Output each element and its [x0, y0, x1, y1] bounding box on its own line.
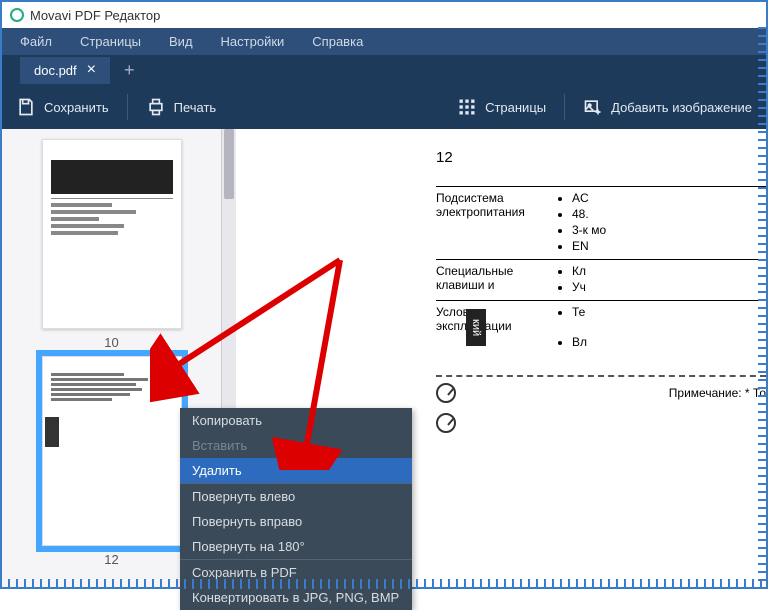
menubar: Файл Страницы Вид Настройки Справка — [2, 28, 766, 55]
toolbar: Сохранить Печать Страницы Добавить изобр… — [2, 85, 766, 129]
tab-doc[interactable]: doc.pdf × — [20, 57, 110, 84]
thumbnail-label-12: 12 — [104, 552, 118, 567]
spec-key: Условия эксплуатации — [436, 305, 556, 351]
menu-pages[interactable]: Страницы — [80, 34, 141, 49]
ctx-rotate-left[interactable]: Повернуть влево — [180, 484, 412, 509]
print-icon — [146, 97, 166, 117]
menu-file[interactable]: Файл — [20, 34, 52, 49]
spec-value: Кл — [572, 264, 766, 278]
annotation-arrow — [150, 250, 380, 470]
add-image-label: Добавить изображение — [611, 100, 752, 115]
dial-icon — [436, 413, 456, 433]
pages-button[interactable]: Страницы — [457, 97, 546, 117]
save-label: Сохранить — [44, 100, 109, 115]
note-row-2 — [436, 407, 766, 433]
app-title: Movavi PDF Редактор — [30, 8, 160, 23]
thumbnail-label-10: 10 — [104, 335, 118, 350]
separator — [564, 94, 565, 120]
spec-value: Уч — [572, 280, 766, 294]
spec-value: EN — [572, 239, 766, 253]
menu-settings[interactable]: Настройки — [221, 34, 285, 49]
tab-label: doc.pdf — [34, 63, 77, 78]
table-row: Подсистема электропитания AC 48. 3-к мо … — [436, 186, 766, 259]
ctx-rotate-right[interactable]: Повернуть вправо — [180, 509, 412, 534]
ctx-save-pdf[interactable]: Сохранить в PDF — [180, 560, 412, 585]
menu-view[interactable]: Вид — [169, 34, 193, 49]
tabbar: doc.pdf × + — [2, 55, 766, 85]
separator — [127, 94, 128, 120]
page-number: 12 — [436, 149, 766, 166]
add-image-icon — [583, 97, 603, 117]
spec-value: 48. — [572, 207, 766, 221]
page-side-badge: кий — [466, 309, 486, 346]
spec-value: AC — [572, 191, 766, 205]
note-label: Примечание: * То — [669, 386, 766, 400]
ctx-rotate-180[interactable]: Повернуть на 180° — [180, 534, 412, 559]
spec-value: 3-к мо — [572, 223, 766, 237]
scrollbar-grip[interactable] — [224, 129, 234, 199]
tab-close-icon[interactable]: × — [87, 64, 96, 76]
add-image-button[interactable]: Добавить изображение — [583, 97, 752, 117]
spec-value: Вл — [572, 335, 766, 349]
pages-label: Страницы — [485, 100, 546, 115]
save-icon — [16, 97, 36, 117]
spec-value: Те — [572, 305, 766, 319]
new-tab-button[interactable]: + — [110, 60, 149, 81]
spec-value — [572, 321, 766, 333]
print-label: Печать — [174, 100, 217, 115]
spec-key: Специальные клавиши и — [436, 264, 556, 296]
menu-help[interactable]: Справка — [312, 34, 363, 49]
save-button[interactable]: Сохранить — [16, 97, 109, 117]
table-row: Специальные клавиши и Кл Уч — [436, 259, 766, 300]
spec-key: Подсистема электропитания — [436, 191, 556, 255]
titlebar: Movavi PDF Редактор — [2, 2, 766, 28]
note-row: Примечание: * То — [436, 375, 766, 403]
app-icon — [10, 8, 24, 22]
dial-icon — [436, 383, 456, 403]
grid-icon — [457, 97, 477, 117]
print-button[interactable]: Печать — [146, 97, 217, 117]
